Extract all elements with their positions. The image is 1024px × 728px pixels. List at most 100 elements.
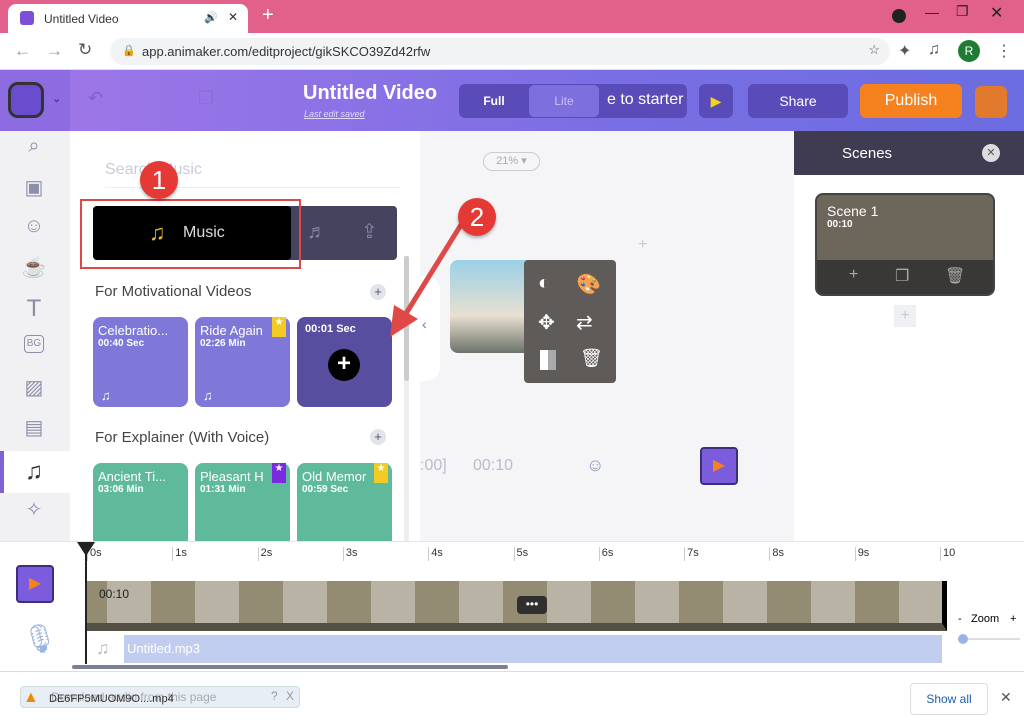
text-icon[interactable]: T [20,295,48,323]
starter-toggle[interactable]: e to starter Full Lite [459,84,687,118]
music-card[interactable]: Ride Again 02:26 Min ♫ ★ [195,317,290,407]
browser-tab[interactable]: Untitled Video 🔊 ✕ [8,4,248,33]
playhead-handle[interactable] [77,542,95,556]
timeline-tick: 7s [684,547,699,561]
card-title: Pleasant H [200,469,264,484]
speaker-icon[interactable]: 🔊 [204,11,218,24]
music-card-selected[interactable]: 00:01 Sec + [297,317,392,407]
video-track-icon[interactable]: ▶ [16,565,54,603]
microphone-icon[interactable]: 🎙 [22,622,58,655]
add-music-plus-icon[interactable]: + [328,349,360,381]
timeline-tick: 5s [513,547,528,561]
address-bar-row: ← → ↻ 🔒 app.animaker.com/editproject/gik… [0,33,1024,70]
music-note-icon: ♫ [203,388,213,403]
extensions-icon[interactable]: ✦ [898,41,911,61]
scene-template-icon[interactable]: ▣ [20,175,48,203]
add-scene-icon[interactable]: + [849,266,858,284]
minimize-icon[interactable]: — [925,4,939,20]
annotation-highlight-box [80,199,301,269]
zoom-label: Zoom [971,613,1000,625]
restore-icon[interactable]: ❐ [956,3,969,20]
media-control-icon[interactable]: ♫ [928,41,940,59]
premium-star-icon: ★ [272,317,286,337]
zoom-out-button[interactable]: - [958,613,962,625]
download-item[interactable]: ▲ Download audio from this page DE6FP5MU… [20,686,300,708]
card-title: Celebratio... [98,323,169,338]
zoom-slider[interactable] [958,634,1020,644]
scene-card[interactable]: Scene 1 00:10 + ❐ 🗑 [815,193,995,296]
publish-button[interactable]: Publish [860,84,962,118]
sound-effects-tab-icon[interactable]: ♬ [307,221,327,244]
close-download-bar-icon[interactable]: ✕ [1000,689,1012,706]
audio-track[interactable]: Untitled.mp3 [124,635,942,663]
zoom-in-button[interactable]: + [1010,613,1016,625]
more-options-icon[interactable]: ••• [517,596,547,614]
add-plus-icon[interactable]: + [638,236,647,254]
effects-icon[interactable]: ✧ [20,497,48,525]
trash-icon[interactable]: 🗑 [580,348,603,369]
section-title: For Explainer (With Voice) [95,429,270,446]
timeline-scrollbar[interactable] [72,665,508,669]
split-icon[interactable] [540,350,556,370]
props-icon[interactable]: ☕ [20,255,48,283]
duplicate-icon[interactable]: ❐ [895,266,909,286]
mode-full[interactable]: Full [459,84,529,118]
scenes-header: Scenes ✕ [794,131,1024,175]
logo-menu[interactable]: ⌄ [0,70,70,131]
card-title: Ride Again [200,323,263,338]
mode-lite[interactable]: Lite [529,85,599,117]
bookmark-star-icon[interactable]: ☆ [868,42,880,58]
video-icon[interactable]: ▤ [20,415,48,443]
browser-menu-icon[interactable]: ⋮ [996,41,1012,61]
zoom-dropdown[interactable]: 21% ▾ [483,152,540,171]
music-card[interactable]: Ancient Ti... 03:06 Min [93,463,188,541]
scene-actions: + ❐ 🗑 [817,260,993,294]
profile-avatar[interactable]: R [958,40,980,62]
close-scenes-icon[interactable]: ✕ [982,144,1000,162]
copy-icon[interactable]: ❐ [198,88,214,109]
palette-icon[interactable]: 🎨 [576,272,601,297]
user-avatar[interactable] [975,86,1007,118]
project-title[interactable]: Untitled Video [303,82,437,105]
vlc-icon: ▲ [23,689,39,706]
profile-menu-icon[interactable] [892,9,906,23]
new-tab-icon[interactable]: + [262,4,274,27]
play-button[interactable]: ▶ [699,84,733,118]
video-film-icon[interactable]: ▶ [700,447,738,485]
undo-icon[interactable]: ↶ [88,88,103,109]
sidebar-item-music[interactable]: ♫ [0,451,70,493]
close-window-icon[interactable]: ✕ [990,3,1003,23]
help-icon[interactable]: ? [271,689,278,703]
section-title: For Motivational Videos [95,283,252,300]
video-track[interactable]: 00:10 ••• [87,581,947,631]
swap-icon[interactable]: ⇄ [576,310,593,335]
forward-icon[interactable]: → [46,41,63,61]
add-scene-button[interactable]: + [894,305,916,327]
music-card[interactable]: Celebratio... 00:40 Sec ♫ [93,317,188,407]
contrast-icon[interactable]: ◐ [538,272,550,295]
move-icon[interactable]: ✥ [538,310,555,335]
character-icon[interactable]: ☺ [20,215,48,243]
url-input[interactable]: 🔒 app.animaker.com/editproject/gikSKCO39… [110,38,890,65]
trash-icon[interactable]: 🗑 [945,266,965,286]
timeline-tick: 4s [428,547,443,561]
upload-icon[interactable]: ⇪ [361,219,378,244]
music-card[interactable]: Old Memor 00:59 Sec ★ [297,463,392,541]
music-panel: Search Music ♫ Music ♬ ⇪ 1 For Motivatio… [70,131,415,541]
back-icon[interactable]: ← [14,41,31,61]
close-overlay-icon[interactable]: X [286,689,294,703]
zoom-slider-thumb[interactable] [958,634,968,644]
close-tab-icon[interactable]: ✕ [228,10,238,24]
image-icon[interactable]: ▨ [20,375,48,403]
search-icon[interactable]: ⌕ [20,135,48,163]
character-timer-icon[interactable]: ☺ [586,455,604,476]
show-all-button[interactable]: Show all [910,683,988,715]
timeline-tick: 3s [342,547,358,561]
music-note-icon: ♫ [25,458,43,485]
share-button[interactable]: Share [748,84,848,118]
scene-duration: 00:10 [827,219,853,230]
music-card[interactable]: Pleasant H 01:31 Min ★ [195,463,290,541]
background-icon[interactable]: BG [24,335,44,353]
add-section-plus-icon[interactable]: + [370,429,386,445]
reload-icon[interactable]: ↻ [78,40,92,60]
